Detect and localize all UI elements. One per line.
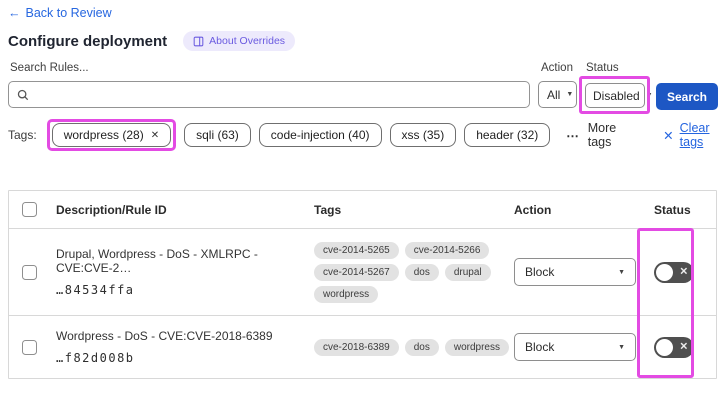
search-rules-field[interactable] bbox=[8, 81, 530, 108]
book-icon bbox=[193, 36, 204, 46]
status-filter-value: Disabled bbox=[593, 88, 640, 103]
tags-filter-bar: Tags: wordpress (28) ✕ sqli (63) code-in… bbox=[8, 118, 725, 152]
rule-tag: cve-2018-6389 bbox=[314, 338, 399, 356]
rule-tag: dos bbox=[404, 263, 439, 281]
caret-down-icon: ▼ bbox=[618, 268, 625, 276]
tag-filter-xss[interactable]: xss (35) bbox=[389, 123, 457, 147]
rule-tag: wordpress bbox=[314, 285, 379, 303]
tag-filter-label: header (32) bbox=[476, 128, 539, 142]
rule-id: …84534ffa bbox=[56, 283, 135, 297]
action-select-value: Block bbox=[525, 265, 555, 279]
tag-filter-sqli[interactable]: sqli (63) bbox=[184, 123, 251, 147]
column-header-status: Status bbox=[654, 202, 691, 217]
page-title: Configure deployment bbox=[8, 32, 168, 50]
tag-filter-label: xss (35) bbox=[401, 128, 445, 142]
action-select-dropdown[interactable]: Block ▼ bbox=[514, 333, 636, 361]
search-icon bbox=[17, 89, 29, 100]
back-to-review-link[interactable]: ← Back to Review bbox=[8, 6, 112, 20]
row-checkbox[interactable] bbox=[22, 339, 37, 355]
ellipsis-icon: ⋯ bbox=[566, 128, 580, 143]
clear-tags-button[interactable]: ✕ Clear tags bbox=[663, 121, 725, 149]
select-all-checkbox[interactable] bbox=[22, 202, 37, 217]
action-filter-value: All bbox=[547, 87, 561, 102]
caret-down-icon: ▼ bbox=[645, 92, 653, 99]
rule-tags: cve-2014-5265 cve-2014-5266 cve-2014-526… bbox=[306, 241, 514, 303]
status-toggle-off[interactable]: ✕ bbox=[654, 336, 694, 358]
clear-icon: ✕ bbox=[663, 128, 674, 143]
rule-tag: cve-2014-5267 bbox=[314, 263, 399, 281]
rule-tag: cve-2014-5266 bbox=[404, 241, 490, 259]
action-select-value: Block bbox=[525, 340, 555, 354]
rule-tag: cve-2014-5265 bbox=[314, 241, 399, 259]
tag-filter-wordpress[interactable]: wordpress (28) ✕ bbox=[51, 123, 172, 147]
action-filter-label: Action bbox=[541, 62, 573, 74]
remove-tag-icon[interactable]: ✕ bbox=[151, 130, 159, 141]
tag-filter-label: wordpress (28) bbox=[63, 128, 144, 142]
search-rules-input[interactable] bbox=[29, 82, 529, 107]
table-row: Drupal, Wordpress - DoS - XMLRPC - CVE:C… bbox=[9, 229, 716, 316]
rule-tag: dos bbox=[404, 338, 439, 356]
configure-deployment-page: ← Back to Review Configure deployment Ab… bbox=[0, 0, 725, 406]
toggle-knob bbox=[656, 263, 673, 281]
search-rules-label: Search Rules... bbox=[10, 62, 89, 74]
rule-description: Drupal, Wordpress - DoS - XMLRPC - CVE:C… bbox=[56, 247, 258, 275]
selected-tag-highlight-annotation: wordpress (28) ✕ bbox=[46, 119, 177, 151]
rule-tags: cve-2018-6389 dos wordpress bbox=[306, 338, 514, 356]
back-arrow-icon: ← bbox=[8, 6, 21, 20]
status-toggle-off[interactable]: ✕ bbox=[654, 261, 694, 283]
toggle-knob bbox=[656, 338, 673, 356]
rule-tag: drupal bbox=[444, 263, 491, 281]
toggle-off-icon: ✕ bbox=[679, 266, 688, 278]
rule-id: …f82d008b bbox=[56, 351, 135, 365]
tag-filter-code-injection[interactable]: code-injection (40) bbox=[258, 123, 382, 147]
caret-down-icon: ▼ bbox=[566, 91, 574, 98]
more-tags-button[interactable]: ⋯ More tags bbox=[566, 121, 631, 149]
column-header-description: Description/Rule ID bbox=[56, 202, 167, 217]
rule-description: Wordpress - DoS - CVE:CVE-2018-6389 bbox=[56, 329, 273, 343]
tag-filter-label: sqli (63) bbox=[196, 128, 239, 142]
action-select-dropdown[interactable]: Block ▼ bbox=[514, 258, 636, 286]
table-header-row: Description/Rule ID Tags Action Status bbox=[9, 191, 716, 229]
tag-filter-label: code-injection (40) bbox=[270, 128, 370, 142]
action-filter-dropdown[interactable]: All ▼ bbox=[538, 81, 577, 108]
about-overrides-badge[interactable]: About Overrides bbox=[183, 31, 296, 51]
clear-tags-label: Clear tags bbox=[679, 121, 710, 149]
column-header-action: Action bbox=[514, 202, 552, 217]
title-row: Configure deployment About Overrides bbox=[8, 31, 296, 51]
status-filter-label: Status bbox=[586, 62, 619, 74]
rule-tag: wordpress bbox=[444, 338, 509, 356]
tag-filter-header[interactable]: header (32) bbox=[464, 123, 551, 147]
about-overrides-label: About Overrides bbox=[209, 35, 286, 47]
column-header-tags: Tags bbox=[314, 202, 342, 217]
toggle-off-icon: ✕ bbox=[679, 341, 688, 353]
search-button[interactable]: Search bbox=[656, 83, 718, 110]
rules-table: Description/Rule ID Tags Action Status D… bbox=[8, 190, 717, 379]
row-checkbox[interactable] bbox=[22, 264, 37, 280]
caret-down-icon: ▼ bbox=[618, 343, 625, 351]
more-tags-label: More tags bbox=[587, 121, 617, 149]
table-row: Wordpress - DoS - CVE:CVE-2018-6389 …f82… bbox=[9, 316, 716, 378]
status-filter-dropdown[interactable]: Disabled ▼ bbox=[585, 83, 653, 108]
tags-label: Tags: bbox=[8, 128, 37, 142]
back-link-label: Back to Review bbox=[25, 6, 112, 20]
